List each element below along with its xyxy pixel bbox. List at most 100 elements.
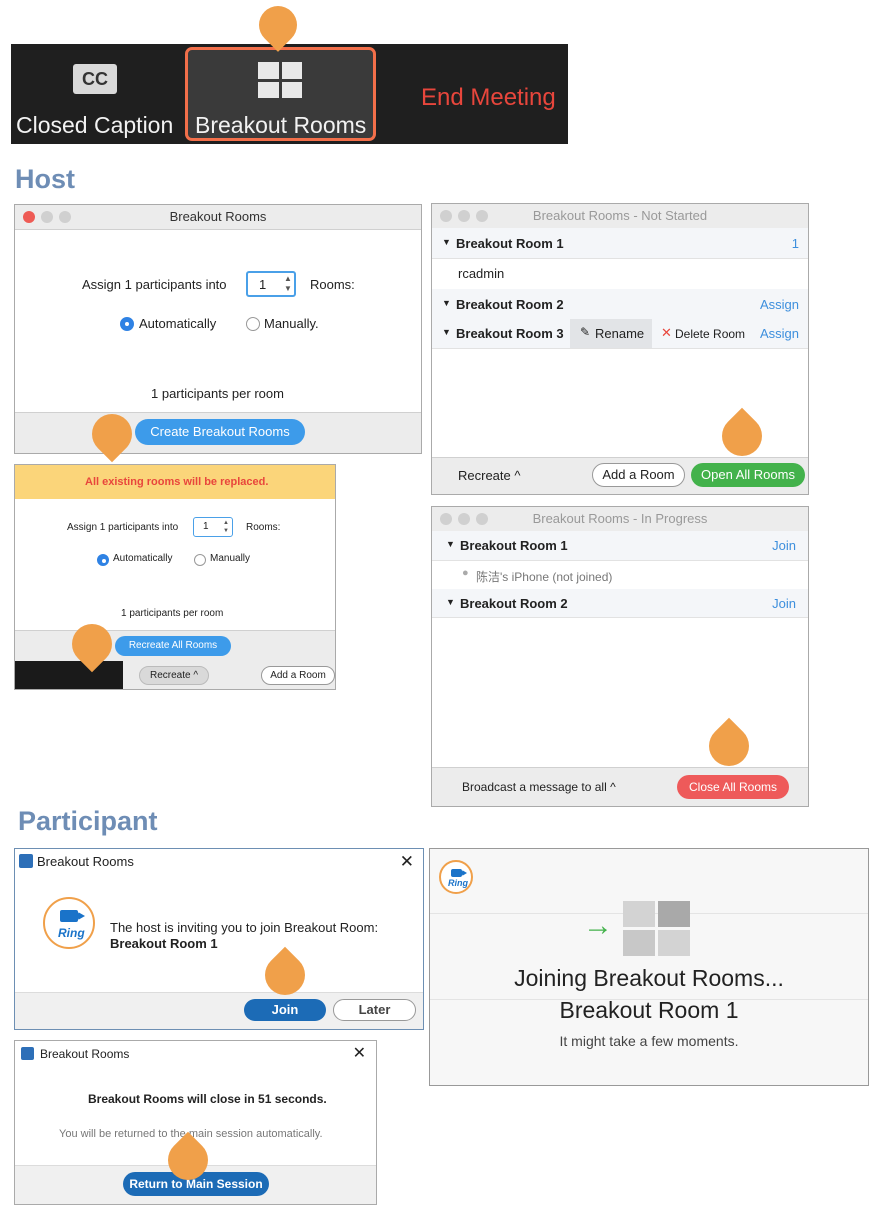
assign-label: Assign 1 participants into [67,522,179,533]
join-link[interactable]: Join [772,538,796,553]
zoom-dot-icon[interactable] [476,513,488,525]
dialog-footer: Create Breakout Rooms [15,412,421,453]
close-icon[interactable]: ✕ [400,849,414,875]
room-name: Breakout Room 1 [456,236,564,251]
recreate-dialog: All existing rooms will be replaced. Ass… [14,464,336,690]
zoom-dot-icon[interactable] [476,210,488,222]
ring-logo-icon: Ring [439,860,473,894]
room-row[interactable]: ▼ Breakout Room 1 Join [432,531,808,561]
member-row[interactable]: ● 陈洁's iPhone (not joined) [432,560,808,590]
caret-down-icon[interactable]: ▼ [442,327,451,337]
delete-room-button[interactable]: Delete Room [675,327,745,341]
rooms-label: Rooms: [246,522,281,533]
auto-radio[interactable] [120,317,134,331]
caret-down-icon[interactable]: ▼ [442,237,451,247]
room-name: Breakout Room 3 [456,326,564,341]
create-breakout-rooms-button[interactable]: Create Breakout Rooms [135,419,305,445]
warning-text: All existing rooms will be replaced. [85,476,269,488]
later-button[interactable]: Later [333,999,416,1021]
assign-link[interactable]: Assign [760,297,799,312]
host-heading: Host [15,164,75,194]
caret-down-icon[interactable]: ▼ [446,597,455,607]
assign-label: Assign 1 participants into [82,277,227,292]
room-name: Breakout Room 1 [460,538,568,553]
rooms-label: Rooms: [310,277,355,292]
zoom-dot-icon[interactable] [59,211,71,223]
window-titlebar: Breakout Rooms - Not Started [432,204,808,229]
in-progress-window: Breakout Rooms - In Progress ▼ Breakout … [431,506,809,807]
pencil-icon: ✎ [580,325,591,339]
recreate-button[interactable]: Recreate ^ [458,468,520,483]
close-icon[interactable]: ✕ [353,1041,366,1067]
invite-room-name: Breakout Room 1 [110,936,218,951]
member-name: rcadmin [458,266,505,281]
rooms-stepper[interactable]: 1 ▲ ▼ [193,517,233,537]
arrow-right-icon: → [583,909,613,942]
invite-message: The host is inviting you to join Breakou… [110,920,379,935]
ring-logo-icon: Ring [43,897,95,949]
member-row[interactable]: rcadmin [432,258,808,290]
participant-heading: Participant [18,806,158,836]
end-meeting-button[interactable]: End Meeting [421,84,556,112]
minimize-dot-icon[interactable] [458,210,470,222]
close-all-rooms-button[interactable]: Close All Rooms [677,775,789,799]
window-titlebar: Breakout Rooms - In Progress [432,507,808,532]
joining-heading: Joining Breakout Rooms... [514,965,784,991]
rooms-value: 1 [203,521,209,532]
delete-x-icon[interactable]: ✕ [661,325,672,341]
closed-caption-icon[interactable]: CC [73,64,117,94]
auto-label: Automatically [113,553,173,564]
rename-label: Rename [595,326,645,341]
stepper-arrows-icon[interactable]: ▲ ▼ [223,519,229,535]
stepper-arrows-icon[interactable]: ▲ ▼ [284,274,292,294]
minimize-dot-icon[interactable] [41,211,53,223]
dialog-titlebar: Breakout Rooms [15,205,421,230]
closed-caption-label[interactable]: Closed Caption [16,112,173,139]
recreate-all-rooms-button[interactable]: Recreate All Rooms [115,636,231,656]
broadcast-button[interactable]: Broadcast a message to all ^ [462,780,616,794]
manual-radio[interactable] [194,554,206,566]
rooms-stepper[interactable]: 1 ▲ ▼ [246,271,296,297]
manual-radio[interactable] [246,317,260,331]
status-dot-icon: ● [462,567,469,579]
join-link[interactable]: Join [772,596,796,611]
closing-message: Breakout Rooms will close in 51 seconds. [88,1092,327,1106]
window-footer: Recreate ^ Add a Room Open All Rooms [432,457,808,494]
room-row[interactable]: ▼ Breakout Room 3 ✎ Rename ✕ Delete Room… [432,319,808,349]
rooms-value: 1 [259,277,267,292]
room-name: Breakout Room 2 [460,596,568,611]
caret-down-icon[interactable]: ▼ [446,539,455,549]
per-room-text: 1 participants per room [151,386,284,401]
open-all-rooms-button[interactable]: Open All Rooms [691,463,805,487]
dialog-title: Breakout Rooms [40,1047,130,1061]
create-breakout-dialog: Breakout Rooms Assign 1 participants int… [14,204,422,454]
add-room-button[interactable]: Add a Room [261,666,335,685]
window-title: Breakout Rooms - Not Started [532,208,708,223]
close-dot-icon[interactable] [440,210,452,222]
room-count: 1 [791,236,799,251]
invite-dialog: Breakout Rooms ✕ Ring The host is inviti… [14,848,424,1030]
close-dot-icon[interactable] [440,513,452,525]
auto-radio[interactable] [97,554,109,566]
auto-label: Automatically [139,316,217,331]
room-row[interactable]: ▼ Breakout Room 2 Assign [432,289,808,320]
closing-dialog: Breakout Rooms ✕ Breakout Rooms will clo… [14,1040,377,1205]
breakout-rooms-label[interactable]: Breakout Rooms [195,112,366,139]
close-dot-icon[interactable] [23,211,35,223]
recreate-button[interactable]: Recreate ^ [139,666,209,685]
room-row[interactable]: ▼ Breakout Room 1 1 [432,228,808,259]
breakout-rooms-icon [623,901,690,956]
add-room-button[interactable]: Add a Room [592,463,685,487]
per-room-text: 1 participants per room [121,608,224,619]
room-row[interactable]: ▼ Breakout Room 2 Join [432,589,808,618]
room-name: Breakout Room 2 [456,297,564,312]
joining-subtext: It might take a few moments. [559,1033,739,1049]
joining-room-name: Breakout Room 1 [559,997,739,1023]
join-button[interactable]: Join [244,999,326,1021]
member-name: 陈洁's iPhone (not joined) [476,570,613,584]
assign-link[interactable]: Assign [760,326,799,341]
rename-button[interactable]: ✎ Rename [570,319,652,348]
dark-strip [15,661,123,689]
minimize-dot-icon[interactable] [458,513,470,525]
caret-down-icon[interactable]: ▼ [442,298,451,308]
